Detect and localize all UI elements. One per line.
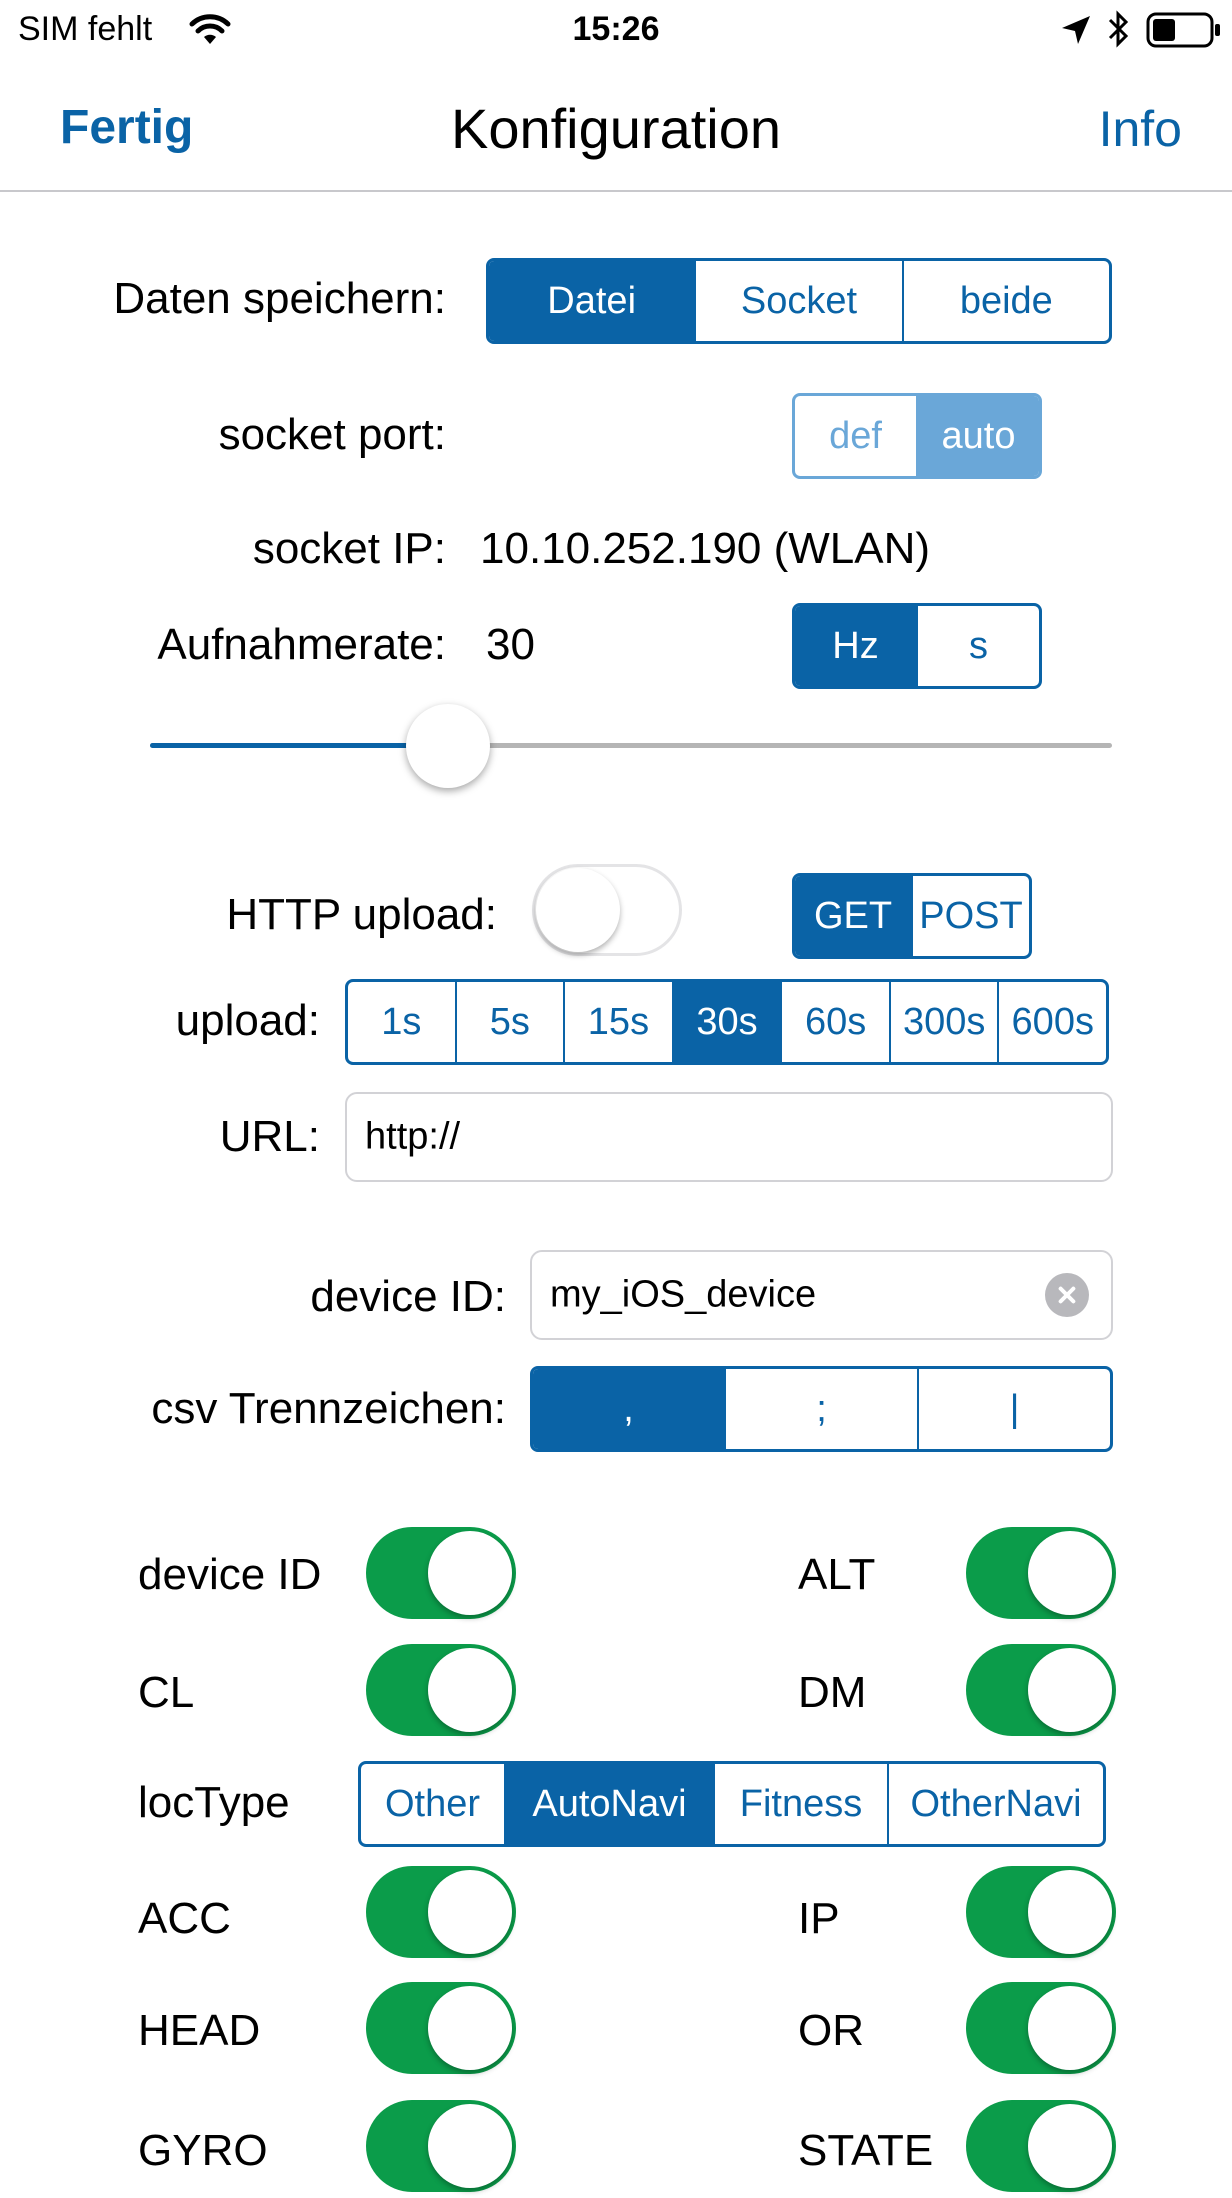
battery-icon (1146, 12, 1220, 48)
toggle-label-alt: ALT (798, 1550, 876, 1599)
slider-thumb[interactable] (406, 704, 490, 788)
method-option-get[interactable]: GET (795, 876, 911, 956)
device-id-label: device ID: (310, 1272, 506, 1321)
method-option-post[interactable]: POST (911, 876, 1029, 956)
save-label: Daten speichern: (113, 274, 446, 323)
toggle-gyro[interactable] (366, 2100, 516, 2192)
toggle-acc[interactable] (366, 1866, 516, 1958)
device-id-value: my_iOS_device (550, 1273, 817, 1316)
toggle-dm[interactable] (966, 1644, 1116, 1736)
port-option-auto[interactable]: auto (916, 396, 1039, 476)
clock: 15:26 (572, 10, 660, 48)
loctype-segmented: Other AutoNavi Fitness OtherNavi (358, 1761, 1106, 1847)
interval-option-15s[interactable]: 15s (563, 982, 672, 1062)
page-title: Konfiguration (450, 97, 781, 160)
separator-option-comma[interactable]: , (533, 1369, 724, 1449)
rate-label: Aufnahmerate: (157, 620, 446, 669)
separator-option-pipe[interactable]: | (917, 1369, 1110, 1449)
interval-option-600s[interactable]: 600s (997, 982, 1106, 1062)
socket-port-segmented: def auto (792, 393, 1042, 479)
socket-ip-value: 10.10.252.190 (WLAN) (480, 524, 931, 573)
clear-icon[interactable] (1045, 1273, 1089, 1317)
toggle-device-id[interactable] (366, 1527, 516, 1619)
toggle-cl[interactable] (366, 1644, 516, 1736)
loctype-option-othernavi[interactable]: OtherNavi (887, 1764, 1103, 1844)
toggle-label-ip: IP (798, 1894, 840, 1943)
slider-fill (150, 743, 448, 748)
save-option-datei[interactable]: Datei (489, 261, 695, 341)
toggle-label-cl: CL (138, 1668, 195, 1717)
toggle-state[interactable] (966, 2100, 1116, 2192)
save-option-socket[interactable]: Socket (694, 261, 901, 341)
http-upload-toggle[interactable] (532, 864, 682, 956)
rate-value: 30 (486, 620, 535, 669)
loctype-option-autonavi[interactable]: AutoNavi (504, 1764, 713, 1844)
http-method-segmented: GET POST (792, 873, 1032, 959)
port-option-def[interactable]: def (795, 396, 916, 476)
bluetooth-icon (1108, 10, 1129, 48)
interval-option-300s[interactable]: 300s (888, 982, 998, 1062)
loctype-label: locType (138, 1778, 290, 1827)
loctype-option-other[interactable]: Other (361, 1764, 504, 1844)
device-id-field[interactable]: my_iOS_device (530, 1250, 1113, 1340)
toggle-label-state: STATE (798, 2126, 934, 2175)
location-arrow-icon (1062, 16, 1090, 44)
url-value: http:// (365, 1115, 461, 1158)
url-field[interactable]: http:// (345, 1092, 1113, 1182)
unit-option-s[interactable]: s (916, 606, 1039, 686)
toggle-label-device-id: device ID (138, 1550, 322, 1599)
rate-slider[interactable] (150, 700, 1112, 790)
interval-option-60s[interactable]: 60s (780, 982, 889, 1062)
csv-separator-label: csv Trennzeichen: (151, 1384, 506, 1433)
info-button[interactable]: Info (1099, 100, 1182, 158)
save-mode-segmented: Datei Socket beide (486, 258, 1112, 344)
rate-unit-segmented: Hz s (792, 603, 1042, 689)
save-option-beide[interactable]: beide (901, 261, 1109, 341)
interval-option-30s[interactable]: 30s (671, 982, 781, 1062)
upload-interval-segmented: 1s 5s 15s 30s 60s 300s 600s (345, 979, 1109, 1065)
toggle-label-head: HEAD (138, 2006, 261, 2055)
upload-interval-label: upload: (175, 996, 320, 1045)
toggle-alt[interactable] (966, 1527, 1116, 1619)
loctype-option-fitness[interactable]: Fitness (713, 1764, 887, 1844)
navigation-bar: Fertig Konfiguration Info (0, 60, 1232, 192)
csv-separator-segmented: , ; | (530, 1366, 1113, 1452)
toggle-label-acc: ACC (138, 1894, 231, 1943)
toggle-head[interactable] (366, 1982, 516, 2074)
toggle-or[interactable] (966, 1982, 1116, 2074)
socket-port-label: socket port: (218, 410, 446, 459)
status-bar: SIM fehlt 15:26 (0, 0, 1232, 60)
interval-option-1s[interactable]: 1s (348, 982, 455, 1062)
url-label: URL: (219, 1112, 320, 1161)
toggle-label-or: OR (798, 2006, 864, 2055)
interval-option-5s[interactable]: 5s (454, 982, 564, 1062)
toggle-label-gyro: GYRO (138, 2126, 268, 2175)
unit-option-hz[interactable]: Hz (795, 606, 916, 686)
http-upload-label: HTTP upload: (226, 890, 497, 939)
socket-ip-label: socket IP: (252, 524, 446, 573)
toggle-ip[interactable] (966, 1866, 1116, 1958)
separator-option-semicolon[interactable]: ; (724, 1369, 917, 1449)
toggle-label-dm: DM (798, 1668, 867, 1717)
